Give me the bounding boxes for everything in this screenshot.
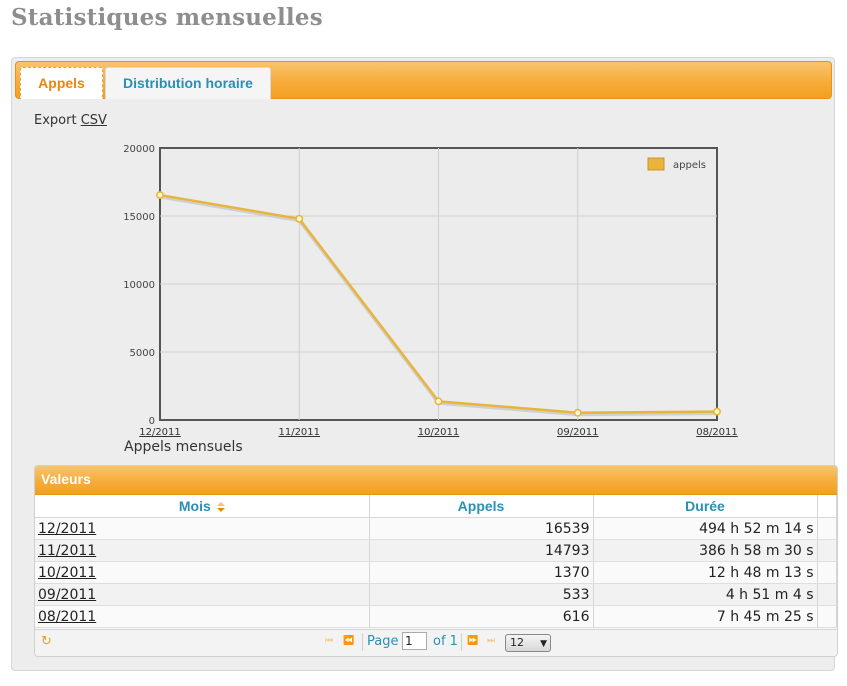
data-point xyxy=(156,191,164,200)
prev-page-icon[interactable]: ⏪ xyxy=(343,636,354,646)
cell-spacer xyxy=(817,605,837,628)
last-page-icon[interactable]: ⏭ xyxy=(487,636,495,646)
y-axis-ticks: 0 5000 10000 15000 20000 xyxy=(123,144,155,427)
cell-appels: 14793 xyxy=(369,539,594,562)
next-page-icon[interactable]: ⏩ xyxy=(467,636,478,646)
cell-appels: 616 xyxy=(369,605,594,628)
page-title: Statistiques mensuelles xyxy=(11,4,323,31)
pager-separator xyxy=(461,633,462,651)
table-row: 08/2011 616 7 h 45 m 25 s xyxy=(35,605,837,628)
x-tick-label: 09/2011 xyxy=(557,427,599,438)
legend-swatch xyxy=(647,157,665,171)
stats-panel: Appels Distribution horaire Export CSV 0… xyxy=(11,57,838,671)
cell-spacer xyxy=(817,561,837,584)
y-tick-label: 10000 xyxy=(123,280,155,291)
data-point xyxy=(713,407,721,416)
month-link[interactable]: 11/2011 xyxy=(38,543,96,559)
cell-duree: 494 h 52 m 14 s xyxy=(593,517,818,540)
values-grid: Valeurs Mois Appels Durée 12/2011 16539 … xyxy=(34,465,838,657)
cell-mois: 10/2011 xyxy=(35,561,370,584)
table-row: 10/2011 1370 12 h 48 m 13 s xyxy=(35,561,837,584)
y-tick-label: 0 xyxy=(149,416,155,427)
first-page-icon[interactable]: ⏮ xyxy=(325,636,333,646)
page-label: Page xyxy=(367,634,399,649)
cell-appels: 16539 xyxy=(369,517,594,540)
cell-duree: 7 h 45 m 25 s xyxy=(593,605,818,628)
cell-duree: 4 h 51 m 4 s xyxy=(593,583,818,606)
column-label-mois: Mois xyxy=(178,498,211,514)
x-axis-ticks: 12/2011 11/2011 10/2011 09/2011 08/2011 xyxy=(139,427,738,438)
pager: ↻ ⏮ ⏪ Page of 1 ⏩ ⏭ 12 ▼ xyxy=(35,629,837,656)
table-row: 12/2011 16539 494 h 52 m 14 s xyxy=(35,517,837,540)
month-link[interactable]: 10/2011 xyxy=(38,565,96,581)
monthly-calls-chart: 0 5000 10000 15000 20000 12/2011 11/2011 10/20… xyxy=(123,144,738,438)
data-point xyxy=(434,397,443,406)
refresh-icon[interactable]: ↻ xyxy=(41,634,52,649)
data-point xyxy=(295,214,304,223)
grid-caption: Valeurs xyxy=(35,466,837,495)
month-link[interactable]: 09/2011 xyxy=(38,587,96,603)
cell-mois: 11/2011 xyxy=(35,539,370,562)
dropdown-arrow-icon: ▼ xyxy=(540,639,547,649)
month-link[interactable]: 08/2011 xyxy=(38,609,96,625)
y-tick-label: 15000 xyxy=(123,212,155,223)
cell-appels: 1370 xyxy=(369,561,594,584)
rows-per-page-select[interactable]: 12 ▼ xyxy=(505,634,551,652)
column-header-appels[interactable]: Appels xyxy=(369,495,594,518)
table-row: 11/2011 14793 386 h 58 m 30 s xyxy=(35,539,837,562)
x-tick-label: 08/2011 xyxy=(696,427,738,438)
column-header-duree[interactable]: Durée xyxy=(593,495,818,518)
table-row: 09/2011 533 4 h 51 m 4 s xyxy=(35,583,837,606)
cell-mois: 12/2011 xyxy=(35,517,370,540)
header-row: Mois Appels Durée xyxy=(35,495,837,518)
values-table: Mois Appels Durée 12/2011 16539 494 h 52 xyxy=(35,495,837,628)
y-tick-label: 5000 xyxy=(130,348,155,359)
cell-duree: 386 h 58 m 30 s xyxy=(593,539,818,562)
cell-spacer xyxy=(817,539,837,562)
column-header-spacer xyxy=(817,495,837,518)
rows-per-page-value: 12 xyxy=(510,636,524,649)
page-number-input[interactable] xyxy=(402,632,427,650)
sort-icon xyxy=(216,501,225,512)
data-point xyxy=(573,408,582,417)
cell-spacer xyxy=(817,517,837,540)
legend: appels xyxy=(647,157,706,171)
cell-mois: 09/2011 xyxy=(35,583,370,606)
cell-appels: 533 xyxy=(369,583,594,606)
month-link[interactable]: 12/2011 xyxy=(38,521,96,537)
y-tick-label: 20000 xyxy=(123,144,155,155)
x-tick-label: 10/2011 xyxy=(418,427,460,438)
cell-mois: 08/2011 xyxy=(35,605,370,628)
chart-title: Appels mensuels xyxy=(124,439,243,455)
x-tick-label: 11/2011 xyxy=(278,427,320,438)
legend-label: appels xyxy=(673,160,706,171)
x-tick-label: 12/2011 xyxy=(139,427,181,438)
column-header-mois[interactable]: Mois xyxy=(35,495,370,518)
page-count-label: of 1 xyxy=(433,634,458,649)
cell-spacer xyxy=(817,583,837,606)
pager-separator xyxy=(362,633,363,651)
cell-duree: 12 h 48 m 13 s xyxy=(593,561,818,584)
